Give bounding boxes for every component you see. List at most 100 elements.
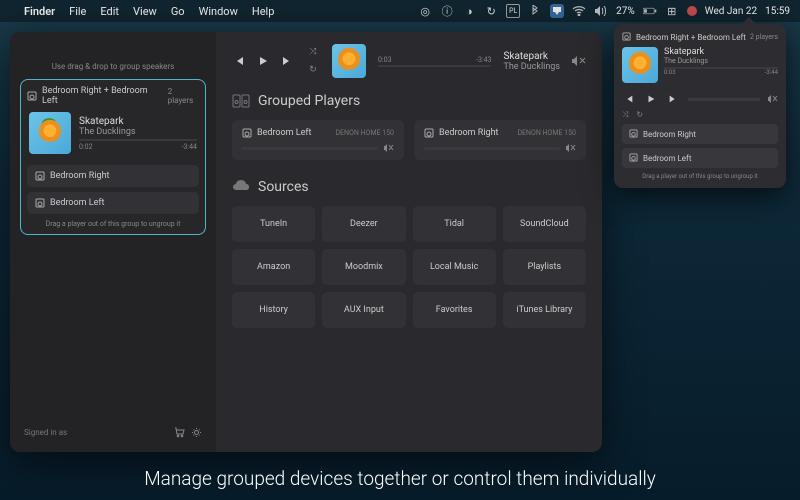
speaker-icon: [27, 91, 37, 101]
play-button[interactable]: [256, 54, 270, 68]
airplay-icon[interactable]: [550, 4, 564, 18]
wifi-icon[interactable]: [572, 4, 586, 18]
source-button[interactable]: iTunes Library: [503, 292, 586, 328]
status-icon[interactable]: ◑: [462, 4, 476, 18]
input-source[interactable]: PL: [506, 4, 520, 18]
source-button[interactable]: Deezer: [322, 206, 405, 242]
source-button[interactable]: Favorites: [413, 292, 496, 328]
time-elapsed: 0:03: [664, 69, 676, 76]
menu-edit[interactable]: Edit: [100, 5, 119, 18]
grouped-players-icon: [232, 92, 250, 110]
signed-in-label: Signed in as: [24, 428, 67, 437]
menu-help[interactable]: Help: [252, 5, 275, 18]
source-button[interactable]: AUX Input: [322, 292, 405, 328]
progress-bar[interactable]: [378, 65, 491, 67]
track-artist: The Ducklings: [664, 57, 778, 65]
settings-icon[interactable]: [191, 427, 202, 438]
mute-icon[interactable]: [768, 95, 778, 103]
speaker-icon: [242, 128, 252, 138]
menubar-date[interactable]: Wed Jan 22: [705, 6, 757, 17]
next-button[interactable]: [280, 54, 294, 68]
menu-go[interactable]: Go: [171, 5, 185, 18]
cloud-icon: [232, 178, 250, 196]
player-card[interactable]: Bedroom Right DENON HOME 150: [414, 120, 586, 160]
menubar: Finder File Edit View Go Window Help ◎ ⓘ…: [0, 0, 800, 22]
group-name: Bedroom Right + Bedroom Left: [42, 86, 163, 106]
progress-bar[interactable]: [79, 139, 197, 141]
mute-icon[interactable]: [566, 144, 576, 152]
source-button[interactable]: Playlists: [503, 249, 586, 285]
menubar-time[interactable]: 15:59: [765, 6, 790, 17]
player-count: 2 players: [750, 33, 778, 41]
player-name: Bedroom Right: [439, 128, 499, 138]
volume-slider[interactable]: [424, 147, 560, 150]
time-remaining: -3:44: [182, 143, 197, 151]
speaker-item[interactable]: Bedroom Right: [27, 165, 199, 187]
prev-button[interactable]: [622, 92, 636, 106]
speaker-item[interactable]: Bedroom Left: [622, 148, 778, 168]
speaker-item[interactable]: Bedroom Right: [622, 124, 778, 144]
track-artist: The Ducklings: [503, 62, 560, 72]
status-icon[interactable]: ↻: [484, 4, 498, 18]
group-name: Bedroom Right + Bedroom Left: [636, 33, 746, 42]
status-icon[interactable]: ◎: [418, 4, 432, 18]
mute-icon[interactable]: [572, 55, 586, 67]
main-panel: ⤨ ↻ 0:03 -3:43 Skatepark The Ducklings G…: [216, 32, 602, 452]
battery-pct: 27%: [616, 6, 635, 17]
volume-slider[interactable]: [688, 98, 760, 101]
play-button[interactable]: [644, 92, 658, 106]
player-model: DENON HOME 150: [517, 129, 576, 137]
ungroup-hint: Drag a player out of this group to ungro…: [27, 220, 199, 228]
player-model: DENON HOME 150: [335, 129, 394, 137]
next-button[interactable]: [666, 92, 680, 106]
battery-icon[interactable]: [643, 4, 657, 18]
volume-slider[interactable]: [242, 147, 378, 150]
speaker-group-card[interactable]: Bedroom Right + Bedroom Left 2 players S…: [20, 79, 206, 235]
speaker-name: Bedroom Left: [50, 198, 105, 208]
grouped-players-heading: Grouped Players: [258, 93, 360, 109]
repeat-button[interactable]: ↻: [306, 63, 320, 77]
player-count: 2 players: [168, 87, 199, 105]
source-button[interactable]: Local Music: [413, 249, 496, 285]
mute-icon[interactable]: [384, 144, 394, 152]
speaker-item[interactable]: Bedroom Left: [27, 192, 199, 214]
status-icon[interactable]: ⓘ: [440, 4, 454, 18]
speaker-name: Bedroom Right: [50, 171, 110, 181]
source-button[interactable]: Moodmix: [322, 249, 405, 285]
bluetooth-icon[interactable]: [528, 4, 542, 18]
menu-window[interactable]: Window: [199, 5, 238, 18]
shuffle-button[interactable]: ⤨: [306, 45, 320, 59]
status-icon[interactable]: ⊞: [665, 4, 679, 18]
player-card[interactable]: Bedroom Left DENON HOME 150: [232, 120, 404, 160]
source-button[interactable]: TuneIn: [232, 206, 315, 242]
track-title: Skatepark: [79, 116, 197, 127]
cart-icon[interactable]: [174, 427, 185, 438]
source-button[interactable]: Tidal: [413, 206, 496, 242]
repeat-button[interactable]: ↻: [636, 110, 643, 120]
player-name: Bedroom Left: [257, 128, 312, 138]
speaker-icon: [35, 198, 45, 208]
track-title: Skatepark: [664, 47, 778, 57]
ungroup-hint: Drag a player out of this group to ungro…: [622, 173, 778, 180]
prev-button[interactable]: [232, 54, 246, 68]
menu-view[interactable]: View: [133, 5, 157, 18]
time-elapsed: 0:03: [378, 56, 392, 64]
source-button[interactable]: History: [232, 292, 315, 328]
app-name[interactable]: Finder: [24, 5, 55, 18]
status-icon[interactable]: [687, 6, 697, 16]
source-button[interactable]: SoundCloud: [503, 206, 586, 242]
speaker-icon: [35, 171, 45, 181]
speaker-icon: [424, 128, 434, 138]
app-window: Use drag & drop to group speakers Bedroo…: [10, 32, 602, 452]
speaker-name: Bedroom Right: [643, 130, 696, 139]
album-cover: [622, 47, 658, 83]
speaker-icon: [629, 129, 639, 139]
menu-file[interactable]: File: [69, 5, 86, 18]
menubar-popover: Bedroom Right + Bedroom Left 2 players S…: [614, 24, 786, 188]
track-artist: The Ducklings: [79, 127, 197, 137]
shuffle-button[interactable]: ⤨: [622, 110, 628, 120]
time-elapsed: 0:02: [79, 143, 93, 151]
volume-icon[interactable]: [594, 4, 608, 18]
speaker-icon: [629, 153, 639, 163]
source-button[interactable]: Amazon: [232, 249, 315, 285]
